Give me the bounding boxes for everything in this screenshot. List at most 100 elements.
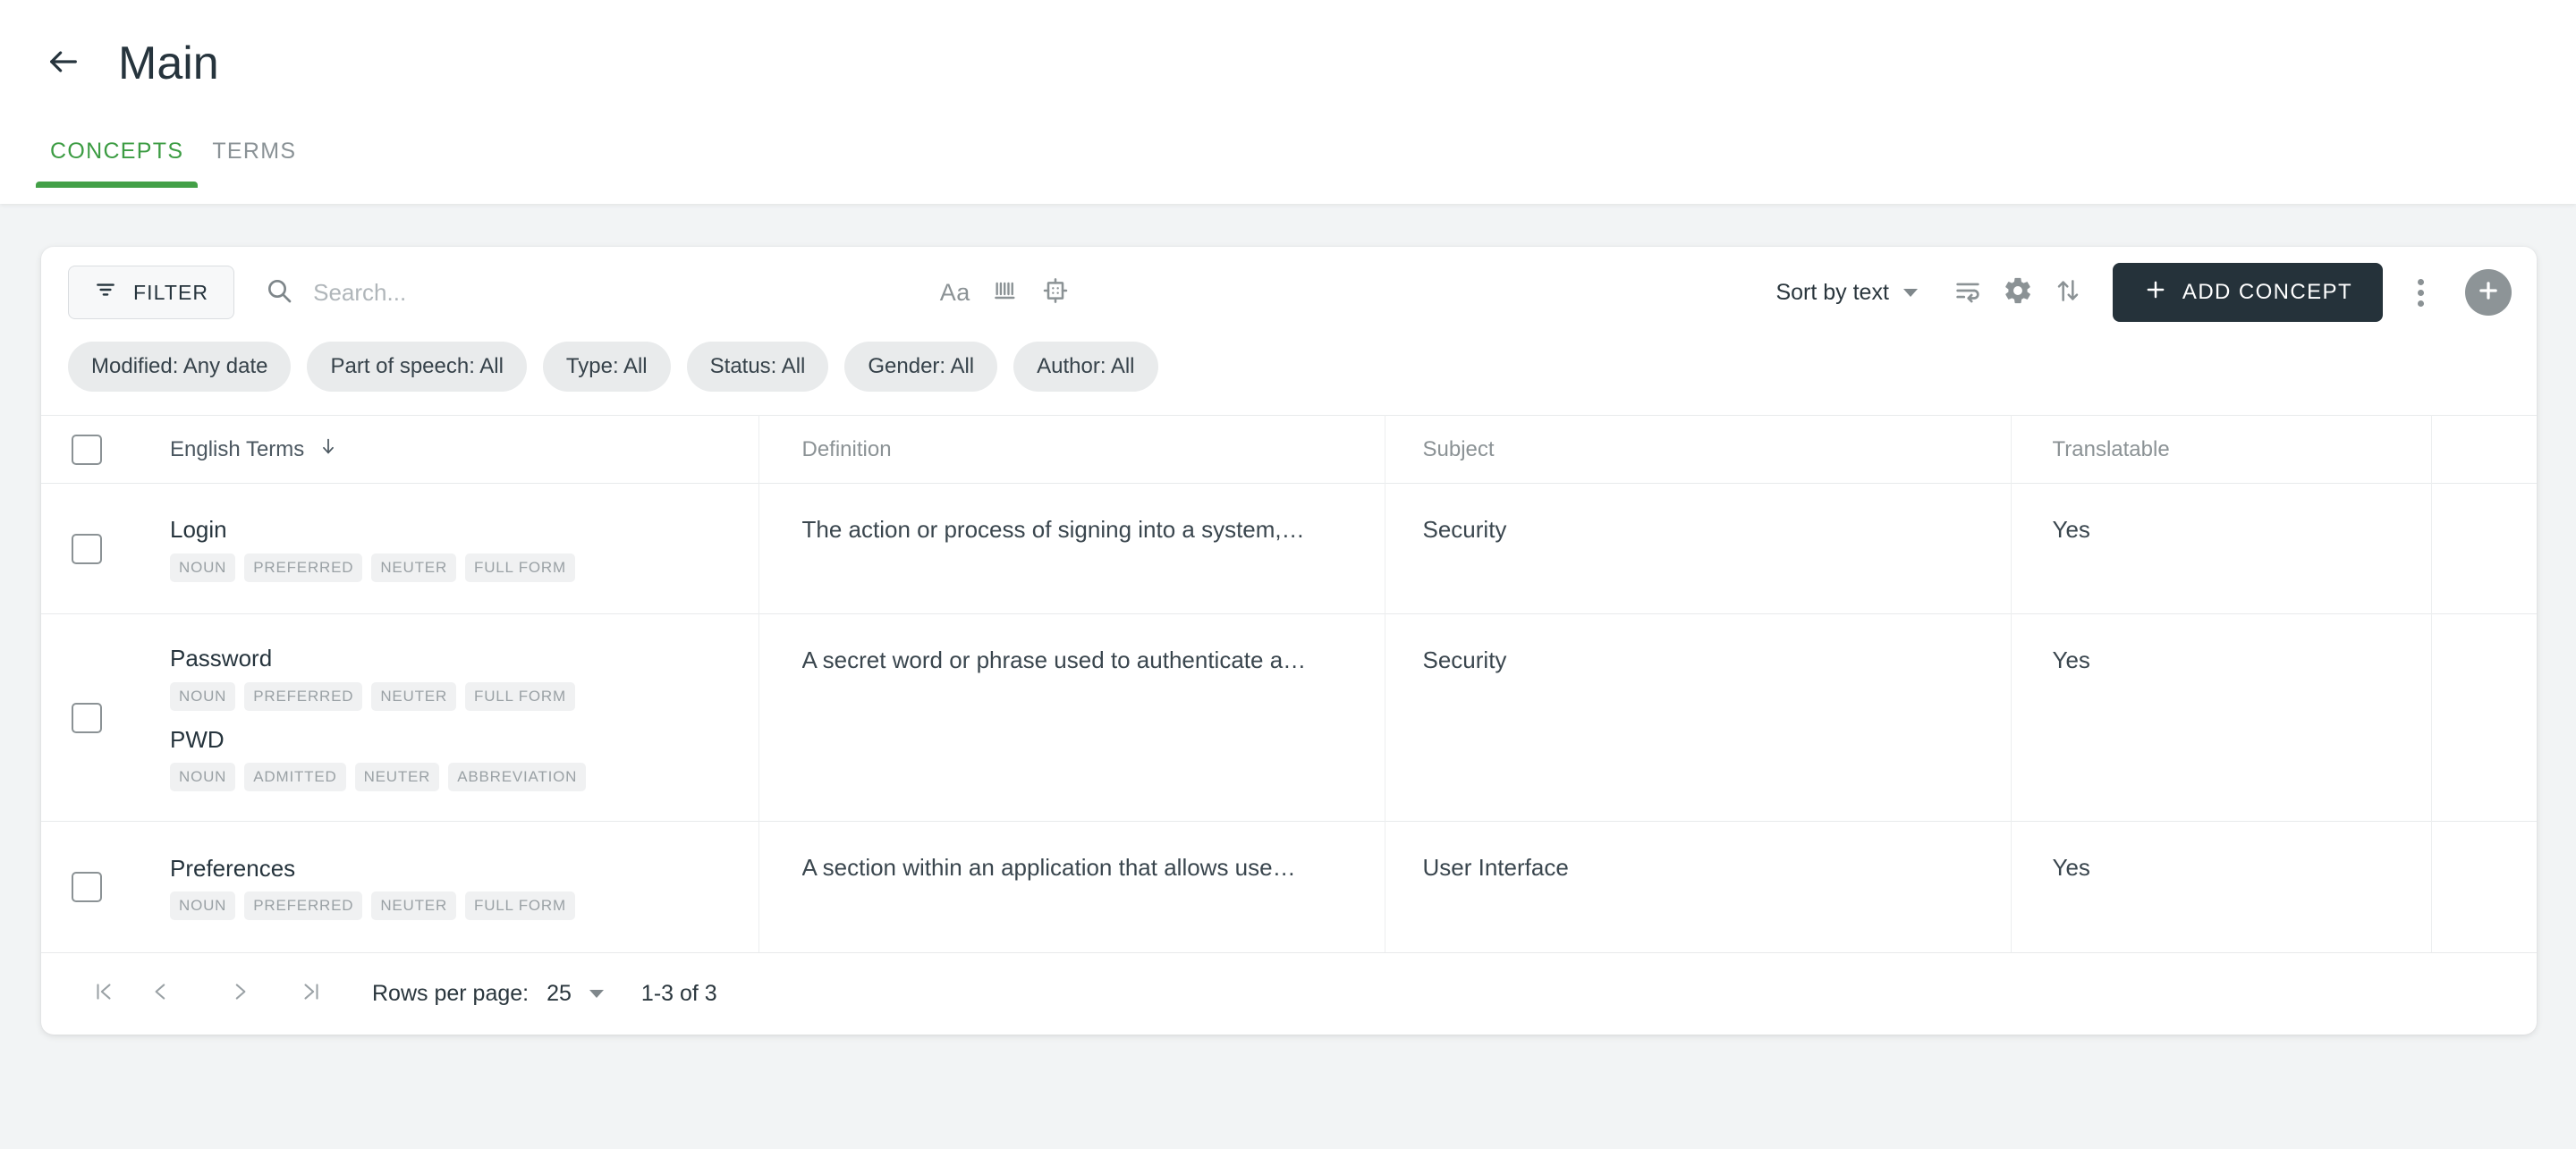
term-name: Login (170, 516, 227, 544)
table-header: English Terms Definition Subject Transla… (41, 415, 2537, 484)
filter-chip-row: Modified: Any date Part of speech: All T… (41, 338, 2537, 415)
filter-chip-label: Status: All (709, 354, 806, 378)
column-header-definition-label: Definition (801, 436, 892, 461)
column-header-terms-label: English Terms (170, 436, 305, 461)
term-tag: FULL FORM (465, 681, 575, 711)
tab-terms[interactable]: TERMS (198, 139, 310, 188)
more-options-button[interactable] (2395, 267, 2445, 317)
kebab-menu-icon-dot (2417, 278, 2424, 285)
app-header: Main CONCEPTS TERMS (0, 0, 2576, 204)
sort-by-label: Sort by text (1775, 279, 1889, 305)
row-definition-cell: A section within an application that all… (758, 821, 1385, 952)
select-all-checkbox[interactable] (72, 434, 102, 465)
chevron-left-icon (149, 980, 173, 1008)
row-translatable-cell: Yes (2011, 821, 2432, 952)
term-tag: NOUN (170, 681, 236, 711)
sort-order-button[interactable] (2043, 267, 2093, 317)
regex-icon (1041, 276, 1070, 309)
wrap-text-button[interactable] (1943, 267, 1993, 317)
term-tag: NOUN (170, 763, 236, 791)
match-case-button[interactable]: Aa (930, 267, 980, 317)
table-row[interactable]: Preferences NOUN PREFERRED NEUTER FULL F… (41, 821, 2537, 952)
add-concept-button[interactable]: ADD CONCEPT (2112, 263, 2384, 322)
term-name: Preferences (170, 854, 296, 882)
term-tag-row: NOUN PREFERRED NEUTER FULL FORM (170, 681, 758, 711)
tab-concepts[interactable]: CONCEPTS (36, 139, 199, 188)
filter-chip-status[interactable]: Status: All (686, 342, 829, 392)
term-entry: Preferences NOUN PREFERRED NEUTER FULL F… (170, 854, 758, 920)
search-area (265, 266, 930, 319)
column-header-definition[interactable]: Definition (758, 415, 1385, 484)
filter-icon (94, 278, 117, 307)
select-all-header (41, 415, 141, 484)
filter-chip-author[interactable]: Author: All (1013, 342, 1158, 392)
row-checkbox[interactable] (72, 702, 102, 733)
term-entry: Login NOUN PREFERRED NEUTER FULL FORM (170, 515, 758, 582)
toolbar: FILTER Aa (41, 247, 2537, 338)
kebab-menu-icon-dot (2417, 289, 2424, 296)
arrow-left-icon (46, 44, 81, 84)
whole-word-icon (991, 276, 1020, 309)
pagination-range-label: 1-3 of 3 (640, 980, 717, 1006)
chevron-down-icon (1902, 288, 1918, 297)
rows-per-page-label: Rows per page: (372, 980, 530, 1006)
rows-per-page-value[interactable]: 25 (547, 981, 572, 1007)
back-button[interactable] (36, 36, 91, 91)
translatable-text: Yes (2052, 516, 2090, 543)
previous-page-button[interactable] (134, 967, 188, 1020)
translatable-text: Yes (2052, 854, 2090, 881)
term-tag: ABBREVIATION (448, 763, 587, 791)
last-page-button[interactable] (284, 967, 338, 1020)
filter-chip-part-of-speech[interactable]: Part of speech: All (307, 342, 527, 392)
column-header-translatable[interactable]: Translatable (2011, 415, 2432, 484)
wrap-text-icon (1953, 275, 1983, 310)
column-header-extra (2431, 415, 2537, 484)
filter-chip-modified[interactable]: Modified: Any date (68, 342, 292, 392)
table-row[interactable]: Password NOUN PREFERRED NEUTER FULL FORM… (41, 613, 2537, 822)
row-subject-cell: Security (1385, 613, 2012, 822)
sort-arrows-icon (2054, 276, 2082, 309)
arrow-down-icon (318, 436, 338, 462)
term-entry: Password NOUN PREFERRED NEUTER FULL FORM (170, 644, 758, 711)
first-page-icon (92, 980, 115, 1008)
term-name: Password (170, 645, 273, 672)
whole-word-button[interactable] (980, 267, 1030, 317)
row-terms-cell: Login NOUN PREFERRED NEUTER FULL FORM (141, 483, 759, 614)
term-tag: NEUTER (371, 681, 457, 711)
last-page-icon (300, 980, 323, 1008)
row-checkbox[interactable] (72, 533, 102, 564)
pagination-bar: Rows per page: 25 1-3 of 3 (41, 951, 2537, 1035)
plus-icon (2143, 277, 2168, 308)
search-input[interactable] (313, 266, 930, 319)
translatable-text: Yes (2052, 646, 2090, 673)
term-tag: NEUTER (371, 553, 457, 582)
add-circle-button[interactable] (2465, 269, 2512, 316)
row-definition-cell: A secret word or phrase used to authenti… (758, 613, 1385, 822)
filter-chip-label: Gender: All (868, 354, 975, 378)
row-extra-cell (2431, 483, 2537, 614)
first-page-button[interactable] (77, 967, 131, 1020)
sort-by-select[interactable]: Sort by text (1775, 279, 1918, 306)
row-checkbox[interactable] (72, 871, 102, 902)
filter-chip-gender[interactable]: Gender: All (844, 342, 998, 392)
table-row[interactable]: Login NOUN PREFERRED NEUTER FULL FORM Th… (41, 483, 2537, 614)
term-tag: PREFERRED (244, 681, 363, 711)
term-tag: NOUN (170, 891, 236, 920)
column-header-terms[interactable]: English Terms (141, 415, 759, 484)
term-tag-row: NOUN ADMITTED NEUTER ABBREVIATION (170, 763, 758, 791)
filter-button[interactable]: FILTER (68, 266, 235, 319)
row-definition-cell: The action or process of signing into a … (758, 483, 1385, 614)
chevron-right-icon (228, 980, 251, 1008)
term-tag-row: NOUN PREFERRED NEUTER FULL FORM (170, 553, 758, 582)
row-terms-cell: Preferences NOUN PREFERRED NEUTER FULL F… (141, 821, 759, 952)
add-circle-icon (2475, 277, 2502, 308)
add-concept-label: ADD CONCEPT (2182, 280, 2353, 304)
column-header-subject[interactable]: Subject (1385, 415, 2012, 484)
filter-chip-type[interactable]: Type: All (542, 342, 671, 392)
term-tag: NOUN (170, 553, 236, 582)
row-select-cell (41, 483, 141, 614)
regex-button[interactable] (1030, 267, 1080, 317)
next-page-button[interactable] (213, 967, 267, 1020)
rows-per-page-chevron-down-icon[interactable] (589, 989, 604, 998)
settings-button[interactable] (1993, 267, 2043, 317)
